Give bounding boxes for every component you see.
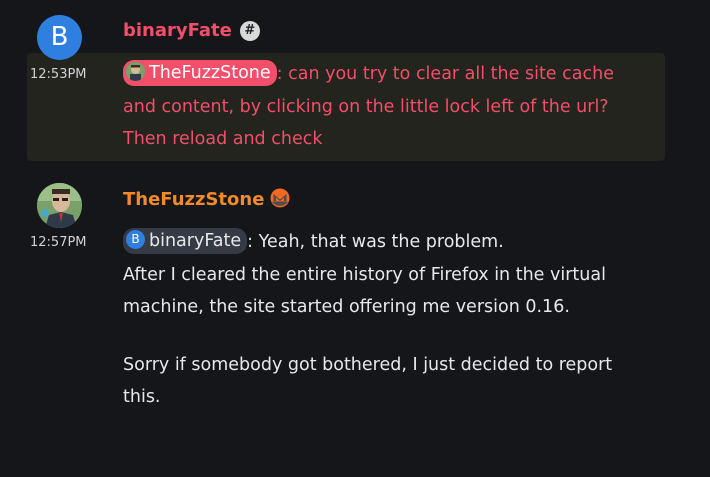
avatar[interactable]: B — [37, 15, 82, 60]
author-name-text: binaryFate — [123, 20, 232, 41]
message-item: TheFuzzStone 12:57PM BbinaryFate: Yeah, … — [0, 175, 710, 475]
timestamp: 12:53PM — [30, 67, 87, 82]
hash-icon: # — [239, 21, 260, 41]
mention-avatar-icon — [126, 62, 145, 81]
message-text: Sorry if somebody got bothered, I just d… — [123, 354, 613, 408]
message-text: After I cleared the entire history of Fi… — [123, 264, 606, 318]
chat-timeline: B binaryFate # 12:53PM TheFuzzStone: can … — [0, 0, 710, 477]
timestamp: 12:57PM — [30, 235, 87, 250]
message-body: BbinaryFate: Yeah, that was the problem.… — [123, 226, 623, 414]
monero-icon — [270, 188, 290, 208]
message-body: TheFuzzStone: can you try to clear all t… — [123, 58, 623, 156]
mention-text: binaryFate — [149, 231, 242, 251]
avatar-photo-icon — [37, 183, 82, 228]
avatar[interactable] — [37, 183, 82, 228]
user-mention[interactable]: BbinaryFate — [123, 228, 248, 254]
mention-avatar-icon: B — [126, 230, 145, 249]
avatar-letter: B — [50, 22, 69, 52]
author-name[interactable]: binaryFate # — [123, 20, 260, 41]
author-name-text: TheFuzzStone — [123, 189, 265, 210]
message-item: B binaryFate # 12:53PM TheFuzzStone: can … — [0, 0, 710, 170]
mention-text: TheFuzzStone — [149, 63, 271, 83]
message-text: : Yeah, that was the problem. — [247, 232, 504, 252]
user-mention[interactable]: TheFuzzStone — [123, 60, 277, 86]
author-name[interactable]: TheFuzzStone — [123, 188, 290, 210]
